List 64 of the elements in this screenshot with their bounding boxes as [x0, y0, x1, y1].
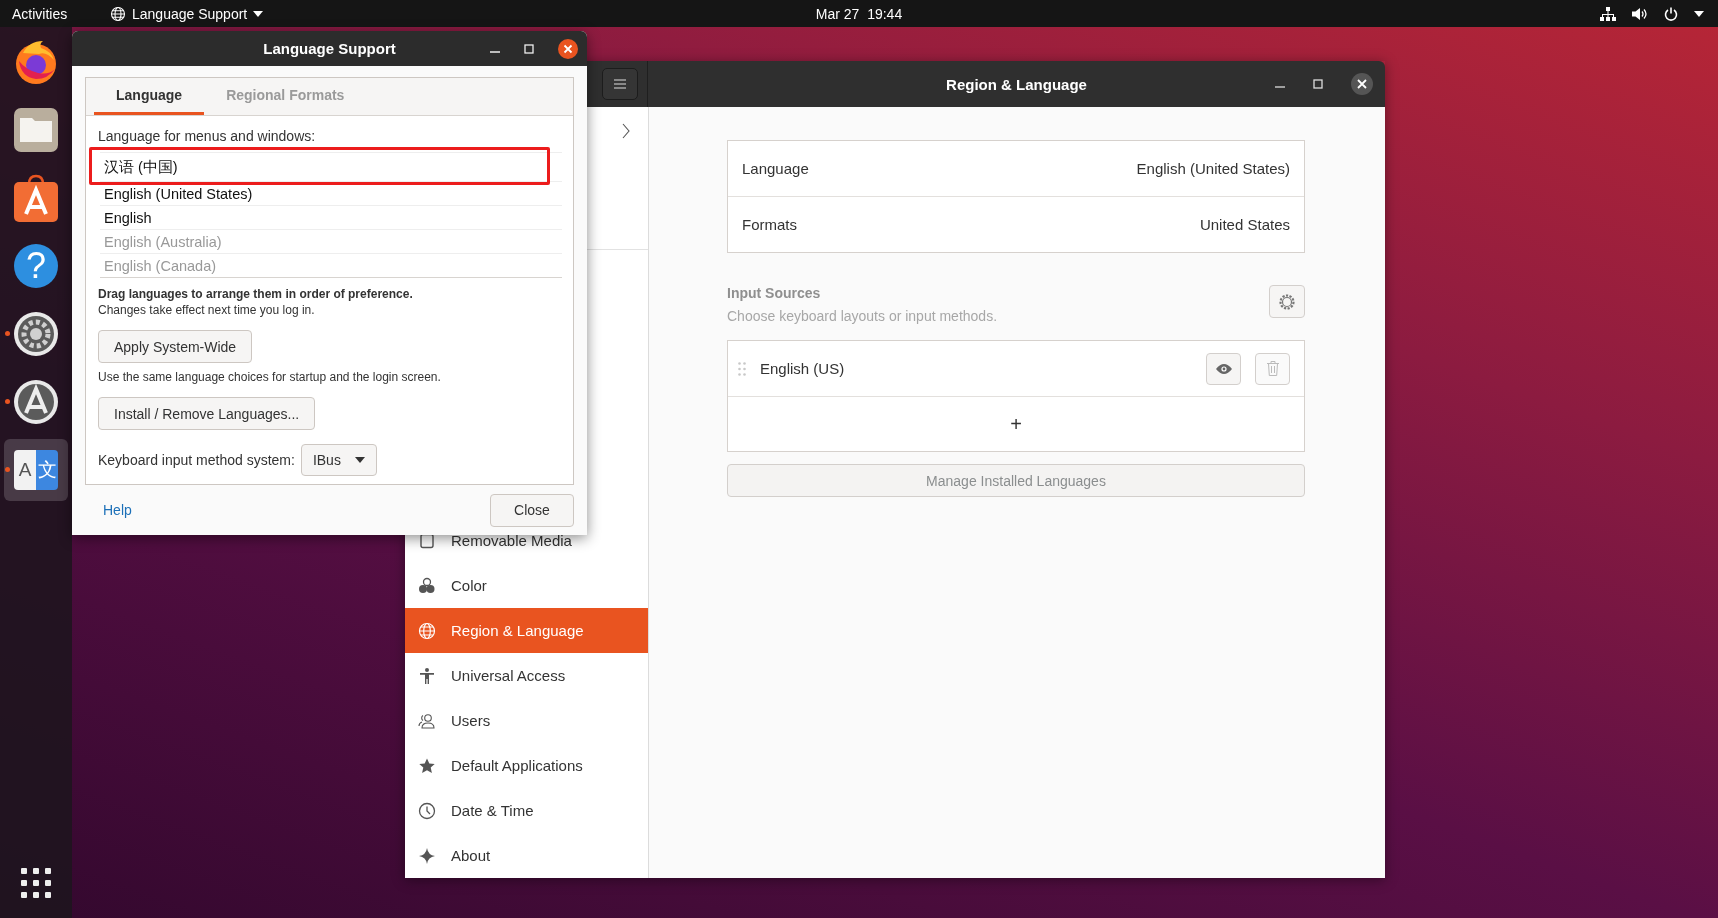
window-title: Region & Language [946, 75, 1087, 93]
input-method-label: Keyboard input method system: [98, 452, 295, 468]
globe-icon [110, 5, 126, 22]
sidebar-item[interactable]: Universal Access [405, 653, 648, 698]
sidebar-item[interactable]: Users [405, 698, 648, 743]
sidebar-item[interactable]: Color [405, 563, 648, 608]
help-link[interactable]: Help [103, 502, 132, 518]
settings-row[interactable]: Formats United States [728, 196, 1304, 252]
updater-icon [13, 379, 59, 425]
settings-row[interactable]: Language English (United States) [728, 141, 1304, 196]
language-item[interactable]: English (United States) [100, 181, 562, 205]
chevron-icon[interactable] [622, 123, 630, 139]
dock-language-button[interactable]: A 文 [4, 439, 68, 501]
close-button[interactable]: Close [490, 493, 574, 527]
section-heading: Input Sources [727, 285, 822, 301]
caret-icon [253, 10, 264, 17]
gear-icon [1278, 292, 1296, 311]
dialog-title: Language Support [263, 40, 396, 57]
hint-text: Drag languages to arrange them in order of preference. [98, 286, 413, 302]
access-icon [418, 666, 436, 685]
sidebar-item[interactable]: Default Applications [405, 743, 648, 788]
hint-text: Use the same language choices for startup and the login screen. [98, 369, 441, 385]
close-icon[interactable] [558, 38, 578, 59]
shopping-bag-icon [14, 174, 58, 222]
list-label: Language for menus and windows: [98, 128, 316, 144]
tab[interactable]: Language [94, 78, 205, 115]
caret-icon [354, 457, 365, 463]
app-grid-icon[interactable] [21, 868, 51, 898]
apply-system-wide-button[interactable]: Apply System-Wide [98, 330, 253, 363]
folder-icon [14, 108, 58, 152]
firefox-icon [13, 39, 59, 85]
caret-icon[interactable] [1694, 10, 1704, 17]
menu-icon [614, 79, 626, 89]
volume-icon[interactable] [1632, 6, 1648, 21]
gear-icon [13, 311, 59, 357]
clock-icon [418, 801, 436, 820]
network-icon[interactable] [1600, 6, 1616, 21]
trash-icon [1266, 361, 1279, 376]
section-description: Choose keyboard layouts or input methods. [727, 308, 998, 324]
clock[interactable]: Mar 27 19:44 [815, 5, 903, 22]
maximize-icon[interactable] [1313, 79, 1323, 89]
preview-button[interactable] [1206, 352, 1241, 385]
sidebar-item[interactable]: About [405, 833, 648, 878]
options-button[interactable] [1269, 285, 1305, 318]
language-item[interactable]: English [100, 205, 562, 229]
input-source-name: English (US) [760, 360, 846, 377]
globe-icon [418, 621, 436, 640]
sidebar-item[interactable]: Region & Language [405, 608, 648, 653]
drag-handle-icon[interactable] [738, 361, 746, 376]
hint-text: Changes take effect next time you log in. [98, 302, 315, 318]
users-icon [418, 711, 436, 730]
install-languages-button[interactable]: Install / Remove Languages... [98, 397, 316, 430]
power-icon[interactable] [1664, 6, 1678, 21]
app-menu[interactable]: Language Support [110, 5, 264, 22]
maximize-icon[interactable] [524, 43, 534, 54]
close-icon[interactable] [1351, 73, 1373, 95]
help-icon: ? [14, 244, 58, 288]
input-method-dropdown[interactable]: IBus [300, 444, 377, 476]
menu-button[interactable] [602, 68, 638, 100]
color-icon [418, 576, 436, 595]
sidebar-item[interactable]: Date & Time [405, 788, 648, 833]
activities-button[interactable]: Activities [0, 5, 110, 22]
language-item[interactable]: 汉语 (中国) [100, 152, 562, 181]
eye-icon [1215, 362, 1232, 375]
